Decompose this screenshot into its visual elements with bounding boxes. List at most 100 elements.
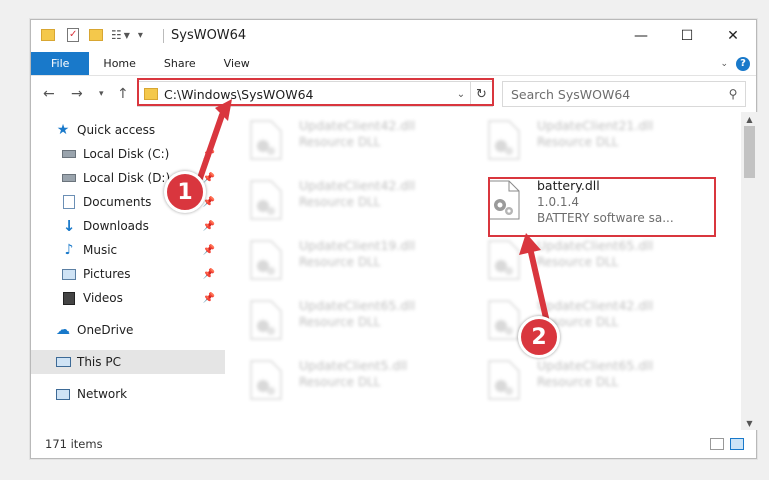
pin-icon[interactable]: 📌 xyxy=(203,269,215,280)
file-tile[interactable]: UpdateClient19.dll Resource DLL xyxy=(235,234,465,290)
navigation-pane: ★ Quick access Local Disk (C:) 📌 Local D… xyxy=(31,112,225,430)
close-button[interactable]: ✕ xyxy=(710,20,756,52)
tab-view[interactable]: View xyxy=(210,52,264,75)
properties-icon[interactable]: ✓ xyxy=(67,28,79,42)
file-tile[interactable]: UpdateClient42.dll Resource DLL xyxy=(235,114,465,170)
file-name: UpdateClient65.dll xyxy=(537,358,654,373)
customize-toolbar-icon[interactable]: ▾ xyxy=(138,30,143,41)
file-desc: Resource DLL xyxy=(537,135,619,149)
file-tile[interactable]: UpdateClient5.dll Resource DLL xyxy=(235,354,465,410)
sidebar-item-this-pc[interactable]: This PC xyxy=(31,350,225,374)
file-tile[interactable]: UpdateClient21.dll Resource DLL xyxy=(473,114,703,170)
chevron-down-icon[interactable]: ▼ xyxy=(124,31,130,40)
cloud-icon: ☁ xyxy=(56,322,70,338)
up-arrow-icon[interactable]: ↑ xyxy=(117,86,129,102)
search-icon[interactable]: ⚲ xyxy=(721,87,745,101)
sidebar-item-label: Local Disk (C:) xyxy=(83,147,170,161)
dll-file-icon xyxy=(249,300,289,344)
file-name: UpdateClient42.dll xyxy=(299,178,416,193)
dll-file-icon xyxy=(249,120,289,164)
videos-icon xyxy=(61,290,77,306)
scroll-thumb[interactable] xyxy=(744,126,755,178)
sidebar-item-label: Downloads xyxy=(83,219,149,233)
sidebar-item-network[interactable]: Network xyxy=(31,382,225,406)
forward-arrow-icon[interactable]: → xyxy=(71,86,83,102)
sidebar-item-videos[interactable]: Videos 📌 xyxy=(31,286,225,310)
file-tile[interactable]: UpdateClient42.dll Resource DLL xyxy=(235,174,465,230)
search-placeholder[interactable]: Search SysWOW64 xyxy=(511,87,721,102)
file-tile[interactable]: UpdateClient65.dll Resource DLL xyxy=(235,294,465,350)
computer-icon xyxy=(55,354,71,370)
sidebar-item-quick-access[interactable]: ★ Quick access xyxy=(31,118,225,142)
sidebar-item-label: Videos xyxy=(83,291,123,305)
file-name: UpdateClient19.dll xyxy=(299,238,416,253)
pin-icon[interactable]: 📌 xyxy=(203,245,215,256)
pin-icon[interactable]: 📌 xyxy=(203,173,215,184)
file-tile[interactable]: UpdateClient42.dll Resource DLL xyxy=(473,294,703,350)
scroll-up-icon[interactable]: ▲ xyxy=(741,112,758,126)
sidebar-item-label: Pictures xyxy=(83,267,131,281)
sidebar-item-pictures[interactable]: Pictures 📌 xyxy=(31,262,225,286)
download-icon: ↓ xyxy=(62,217,76,235)
maximize-button[interactable]: ☐ xyxy=(664,20,710,52)
tab-file[interactable]: File xyxy=(31,52,90,75)
file-list: UpdateClient42.dll Resource DLL UpdateCli… xyxy=(235,112,741,430)
view-icon[interactable]: ☷ xyxy=(111,28,122,42)
sidebar-item-downloads[interactable]: ↓ Downloads 📌 xyxy=(31,214,225,238)
sidebar-item-label: OneDrive xyxy=(77,323,134,337)
view-switcher xyxy=(710,438,744,450)
documents-icon xyxy=(61,194,77,210)
sidebar-item-label: Quick access xyxy=(77,123,156,137)
dll-file-icon xyxy=(249,180,289,224)
pin-icon[interactable]: 📌 xyxy=(203,293,215,304)
file-name: UpdateClient5.dll xyxy=(299,358,408,373)
sidebar-item-label: Local Disk (D:) xyxy=(83,171,171,185)
file-desc: Resource DLL xyxy=(299,195,381,209)
file-desc: Resource DLL xyxy=(299,315,381,329)
drive-icon xyxy=(61,146,77,162)
sidebar-item-label: Documents xyxy=(83,195,152,209)
sidebar-item-local-disk-c[interactable]: Local Disk (C:) 📌 xyxy=(31,142,225,166)
file-tile[interactable]: UpdateClient65.dll Resource DLL xyxy=(473,234,703,290)
help-icon[interactable]: ? xyxy=(736,56,750,71)
file-desc: Resource DLL xyxy=(299,135,381,149)
title-bar: ✓ ☷ ▼ ▾ SysWOW64 — ☐ ✕ xyxy=(31,20,756,52)
recent-locations-icon[interactable]: ▾ xyxy=(99,89,104,99)
pin-icon[interactable]: 📌 xyxy=(203,221,215,232)
dll-file-icon xyxy=(487,240,527,284)
new-folder-icon[interactable] xyxy=(89,29,103,41)
dll-file-icon xyxy=(249,240,289,284)
file-name: UpdateClient65.dll xyxy=(537,238,654,253)
status-bar: 171 items xyxy=(31,430,756,458)
tab-share[interactable]: Share xyxy=(150,52,210,75)
file-name: UpdateClient65.dll xyxy=(299,298,416,313)
vertical-scrollbar[interactable]: ▲ ▼ xyxy=(741,112,758,430)
ribbon-tabs: File Home Share View ⌄ ? xyxy=(31,52,756,76)
callout-1: 1 xyxy=(164,171,206,213)
scroll-down-icon[interactable]: ▼ xyxy=(741,416,758,430)
network-icon xyxy=(55,386,71,402)
ribbon-right: ⌄ ? xyxy=(720,52,756,75)
sidebar-item-music[interactable]: ♪ Music 📌 xyxy=(31,238,225,262)
file-name: UpdateClient21.dll xyxy=(537,118,654,133)
callout-2: 2 xyxy=(518,316,560,358)
chevron-down-icon[interactable]: ⌄ xyxy=(720,59,728,69)
file-desc: Resource DLL xyxy=(537,255,619,269)
dll-file-icon xyxy=(487,120,527,164)
minimize-button[interactable]: — xyxy=(618,20,664,52)
dll-file-icon xyxy=(249,360,289,404)
tab-home[interactable]: Home xyxy=(89,52,149,75)
pictures-icon xyxy=(61,266,77,282)
details-view-icon[interactable] xyxy=(710,438,724,450)
screen: ✓ ☷ ▼ ▾ SysWOW64 — ☐ ✕ File Home Share V… xyxy=(0,0,769,480)
search-input[interactable]: Search SysWOW64 ⚲ xyxy=(502,81,746,107)
file-tile[interactable]: UpdateClient65.dll Resource DLL xyxy=(473,354,703,410)
address-highlight xyxy=(137,78,494,106)
pin-icon[interactable]: 📌 xyxy=(203,149,215,160)
tiles-view-icon[interactable] xyxy=(730,438,744,450)
file-desc: Resource DLL xyxy=(537,375,619,389)
music-icon: ♪ xyxy=(64,242,74,258)
star-icon: ★ xyxy=(56,122,70,138)
sidebar-item-onedrive[interactable]: ☁ OneDrive xyxy=(31,318,225,342)
back-arrow-icon[interactable]: ← xyxy=(43,86,55,102)
